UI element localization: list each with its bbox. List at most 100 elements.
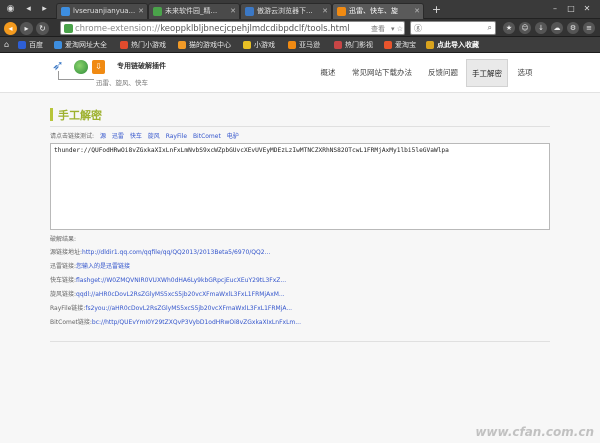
history-icon[interactable]: ▸ [38, 3, 51, 16]
tab-2[interactable]: 未来软件园_精... ✕ [148, 3, 240, 19]
refresh-button[interactable]: ↻ [36, 22, 49, 35]
tab-close-icon[interactable]: ✕ [230, 4, 236, 19]
main-menu-icon[interactable]: ≡ [583, 22, 595, 34]
result-link[interactable]: 您输入的是迅雷链接 [76, 263, 130, 270]
bookmark-label: 热门影视 [345, 41, 373, 49]
url-scheme: chrome-extension:// [75, 24, 161, 34]
tab-close-icon[interactable]: ✕ [322, 4, 328, 19]
address-dropdown-icon[interactable]: ▾ ☆ [391, 23, 403, 35]
bookmark-item[interactable]: 猫的游戏中心 [178, 39, 231, 51]
tab-favicon-icon [337, 7, 346, 16]
result-link[interactable]: http://dldir1.qq.com/qqfile/qq/QQ2013/20… [82, 249, 270, 256]
result-label: 旋风链接: [50, 291, 77, 298]
cloud-icon[interactable]: ☁ [551, 22, 563, 34]
menu-feedback[interactable]: 反馈问题 [423, 59, 463, 87]
result-link[interactable]: flashget://W0ZMQVNIR0VUXWh0dHA6Ly9kbGRpc… [76, 277, 286, 284]
result-label: RayFile链接: [50, 305, 86, 312]
result-link[interactable]: bc://http/QUEvYmI0Y29tZXQvP3VybD1odHRwOi… [92, 319, 301, 326]
test-links-row: 请点击链接测试: 源 迅雷 快车 旋风 RayFile BitComet 电驴 [50, 131, 239, 140]
import-bookmarks-link[interactable]: 点此导入收藏 [426, 39, 479, 51]
tab-4-active[interactable]: 迅雷、快车、旋 ✕ [332, 3, 424, 19]
result-label: 源链接地址: [50, 249, 83, 256]
result-label: BitComet链接: [50, 319, 92, 326]
back-button[interactable]: ◂ [4, 22, 17, 35]
watermark: www.cfan.com.cn [475, 425, 594, 439]
tab-3[interactable]: 傲游云浏览器下... ✕ [240, 3, 332, 19]
menu-download-methods[interactable]: 常见网站下载办法 [346, 59, 418, 87]
bookmark-item[interactable]: 亚马逊 [288, 39, 320, 51]
bookmark-favicon-icon [334, 41, 342, 49]
link-input-value: thunder://QUFodHRwOi8vZGxkaXIxLnFxLmNvbS… [54, 147, 449, 154]
tab-1[interactable]: lvseruanjianyua... ✕ [56, 3, 148, 19]
bookmark-item[interactable]: 热门小游戏 [120, 39, 166, 51]
extension-icon [64, 24, 73, 33]
test-link-flashget[interactable]: 快车 [130, 133, 142, 140]
search-icon[interactable]: ⌕ [488, 23, 492, 33]
test-link-emule[interactable]: 电驴 [227, 133, 239, 140]
result-link[interactable]: fs2you://aHR0cDovL2RsZGlyMS5xcS5jb20vcXF… [85, 305, 292, 312]
bookmark-favicon-icon [120, 41, 128, 49]
result-flashget: 快车链接:flashget://W0ZMQVNIR0VUXWh0dHA6Ly9k… [50, 275, 286, 284]
test-link-source[interactable]: 源 [100, 133, 106, 140]
tab-label: lvseruanjianyua... [73, 7, 136, 15]
browser-menu-icon[interactable]: ◉ [4, 3, 17, 16]
maximize-icon[interactable]: □ [564, 3, 578, 14]
test-link-qqdl[interactable]: 旋风 [148, 133, 160, 140]
address-bar[interactable]: chrome-extension://keoppklbljbnecjcpehjl… [60, 21, 405, 35]
download-icon[interactable]: ↓ [535, 22, 547, 34]
bottom-divider [50, 341, 550, 342]
bookmark-item[interactable]: 小游戏 [243, 39, 275, 51]
bookmark-item[interactable]: 百度 [18, 39, 43, 51]
result-label: 快车链接: [50, 277, 77, 284]
tab-close-icon[interactable]: ✕ [138, 4, 144, 19]
menu-manual-decrypt[interactable]: 手工解密 [466, 59, 508, 87]
bookmark-favicon-icon [18, 41, 26, 49]
minimize-icon[interactable]: – [548, 3, 562, 14]
bookmark-label: 百度 [29, 41, 43, 49]
test-link-thunder[interactable]: 迅雷 [112, 133, 124, 140]
bookmark-item[interactable]: 爱淘宝 [384, 39, 416, 51]
bookmark-item[interactable]: 热门影视 [334, 39, 373, 51]
test-link-rayfile[interactable]: RayFile [166, 133, 187, 140]
section-title: 手工解密 [58, 109, 102, 122]
bookmark-label: 点此导入收藏 [437, 41, 479, 49]
address-text[interactable]: chrome-extension://keoppklbljbnecjcpehjl… [75, 23, 350, 35]
bookmark-label: 亚马逊 [299, 41, 320, 49]
test-links-label: 请点击链接测试: [50, 133, 95, 140]
home-icon[interactable]: ⌂ [4, 39, 9, 51]
tab-close-icon[interactable]: ✕ [414, 4, 420, 19]
logo-connector [58, 79, 94, 80]
tab-favicon-icon [61, 7, 70, 16]
new-tab-button[interactable]: + [430, 3, 443, 16]
link-input-textarea[interactable]: thunder://QUFodHRwOi8vZGxkaXIxLnFxLmNvbS… [50, 143, 550, 230]
forward-button[interactable]: ▸ [20, 22, 33, 35]
extension-header: ➶ ⇩ 专用链破解插件 迅雷、旋风、快车 概述 常见网站下载办法 反馈问题 手工… [0, 53, 600, 93]
menu-options[interactable]: 选项 [512, 59, 538, 87]
menu-overview[interactable]: 概述 [315, 59, 341, 87]
flashget-icon: ⇩ [92, 60, 105, 74]
result-thunder: 迅雷链接:您输入的是迅雷链接 [50, 261, 130, 270]
bookmark-item[interactable]: 爱淘网址大全 [54, 39, 107, 51]
result-qqdl: 旋风链接:qqdl://aHR0cDovL2RsZGlyMS5xcS5jb20v… [50, 289, 285, 298]
bookmark-favicon-icon [384, 41, 392, 49]
close-window-icon[interactable]: ✕ [580, 3, 594, 14]
tab-bar: ◉ ◂ ▸ lvseruanjianyua... ✕ 未来软件园_精... ✕ … [0, 0, 600, 19]
star-icon [426, 41, 434, 49]
bookmark-label: 小游戏 [254, 41, 275, 49]
bookmark-label: 猫的游戏中心 [189, 41, 231, 49]
search-input[interactable]: ⓖ ⌕ [410, 21, 496, 35]
bookmarks-bar: ⌂ 百度 爱淘网址大全 热门小游戏 猫的游戏中心 小游戏 亚马逊 热门影视 爱淘… [0, 37, 600, 53]
bookmark-label: 爱淘宝 [395, 41, 416, 49]
search-engine-icon[interactable]: ⓖ [414, 23, 422, 34]
back-tab-icon[interactable]: ◂ [22, 3, 35, 16]
result-link[interactable]: qqdl://aHR0cDovL2RsZGlyMS5xcS5jb20vcXFma… [76, 291, 285, 298]
user-icon[interactable]: ☺ [519, 22, 531, 34]
tab-favicon-icon [153, 7, 162, 16]
bookmark-label: 热门小游戏 [131, 41, 166, 49]
view-source-label[interactable]: 查看 [371, 23, 385, 35]
bookmark-favicon-icon [178, 41, 186, 49]
section-accent-bar [50, 108, 53, 121]
extension-toolbar-icon[interactable]: ★ [503, 22, 515, 34]
test-link-bitcomet[interactable]: BitComet [193, 133, 221, 140]
settings-icon[interactable]: ⚙ [567, 22, 579, 34]
